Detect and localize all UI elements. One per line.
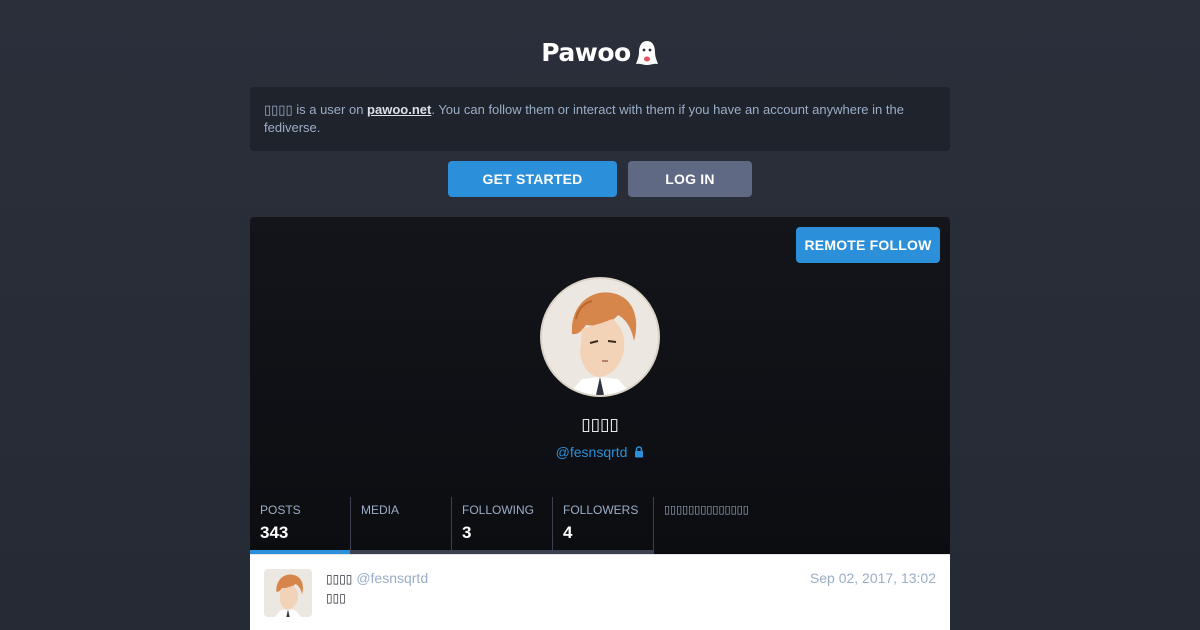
lock-icon [635,446,644,458]
get-started-button[interactable]: GET STARTED [448,161,617,197]
status-avatar[interactable] [264,569,312,617]
counter-posts[interactable]: POSTS 343 [250,497,350,554]
mascot-icon [635,40,658,65]
status-display-name: ▯▯▯▯ [326,572,353,586]
logo-text: Pawoo [541,38,631,67]
notice-prefix: ▯▯▯▯ is a user on [264,102,368,117]
counter-label: MEDIA [361,503,400,517]
remote-user-notice: ▯▯▯▯ is a user on pawoo.net. You can fol… [250,87,950,151]
profile-card: REMOTE FOLLOW ▯▯▯▯ @fesnsqrtd POSTS 343 [250,217,950,554]
counter-value: 343 [260,523,289,542]
status-timestamp[interactable]: Sep 02, 2017, 13:02 [810,570,936,586]
logo[interactable]: Pawoo [0,38,1200,67]
profile-counters: POSTS 343 MEDIA FOLLOWING 3 FOLLOWERS 4 … [250,497,950,554]
avatar-illustration [542,279,658,395]
status-item[interactable]: ▯▯▯▯ @fesnsqrtd Sep 02, 2017, 13:02 ▯▯▯ [250,554,950,630]
counter-label: FOLLOWERS [563,503,639,517]
handle-text: @fesnsqrtd [555,444,628,460]
profile-extra-text: ▯▯▯▯▯▯▯▯▯▯▯▯▯▯ [653,497,759,554]
counter-value: 4 [563,523,573,542]
remote-follow-button[interactable]: REMOTE FOLLOW [796,227,940,263]
counter-value: 3 [462,523,472,542]
display-name: ▯▯▯▯ [581,415,619,434]
status-content: ▯▯▯ [326,591,346,605]
counter-label: POSTS [260,503,301,517]
avatar [540,277,660,397]
status-header[interactable]: ▯▯▯▯ @fesnsqrtd [326,570,428,586]
log-in-button[interactable]: LOG IN [628,161,752,197]
counter-label: FOLLOWING [462,503,535,517]
counter-followers[interactable]: FOLLOWERS 4 [552,497,653,554]
counter-following[interactable]: FOLLOWING 3 [451,497,552,554]
instance-link[interactable]: pawoo.net [367,102,431,117]
status-account: @fesnsqrtd [356,570,429,586]
avatar-illustration [264,569,312,617]
account-handle[interactable]: @fesnsqrtd [250,444,950,460]
counter-media[interactable]: MEDIA [350,497,451,554]
